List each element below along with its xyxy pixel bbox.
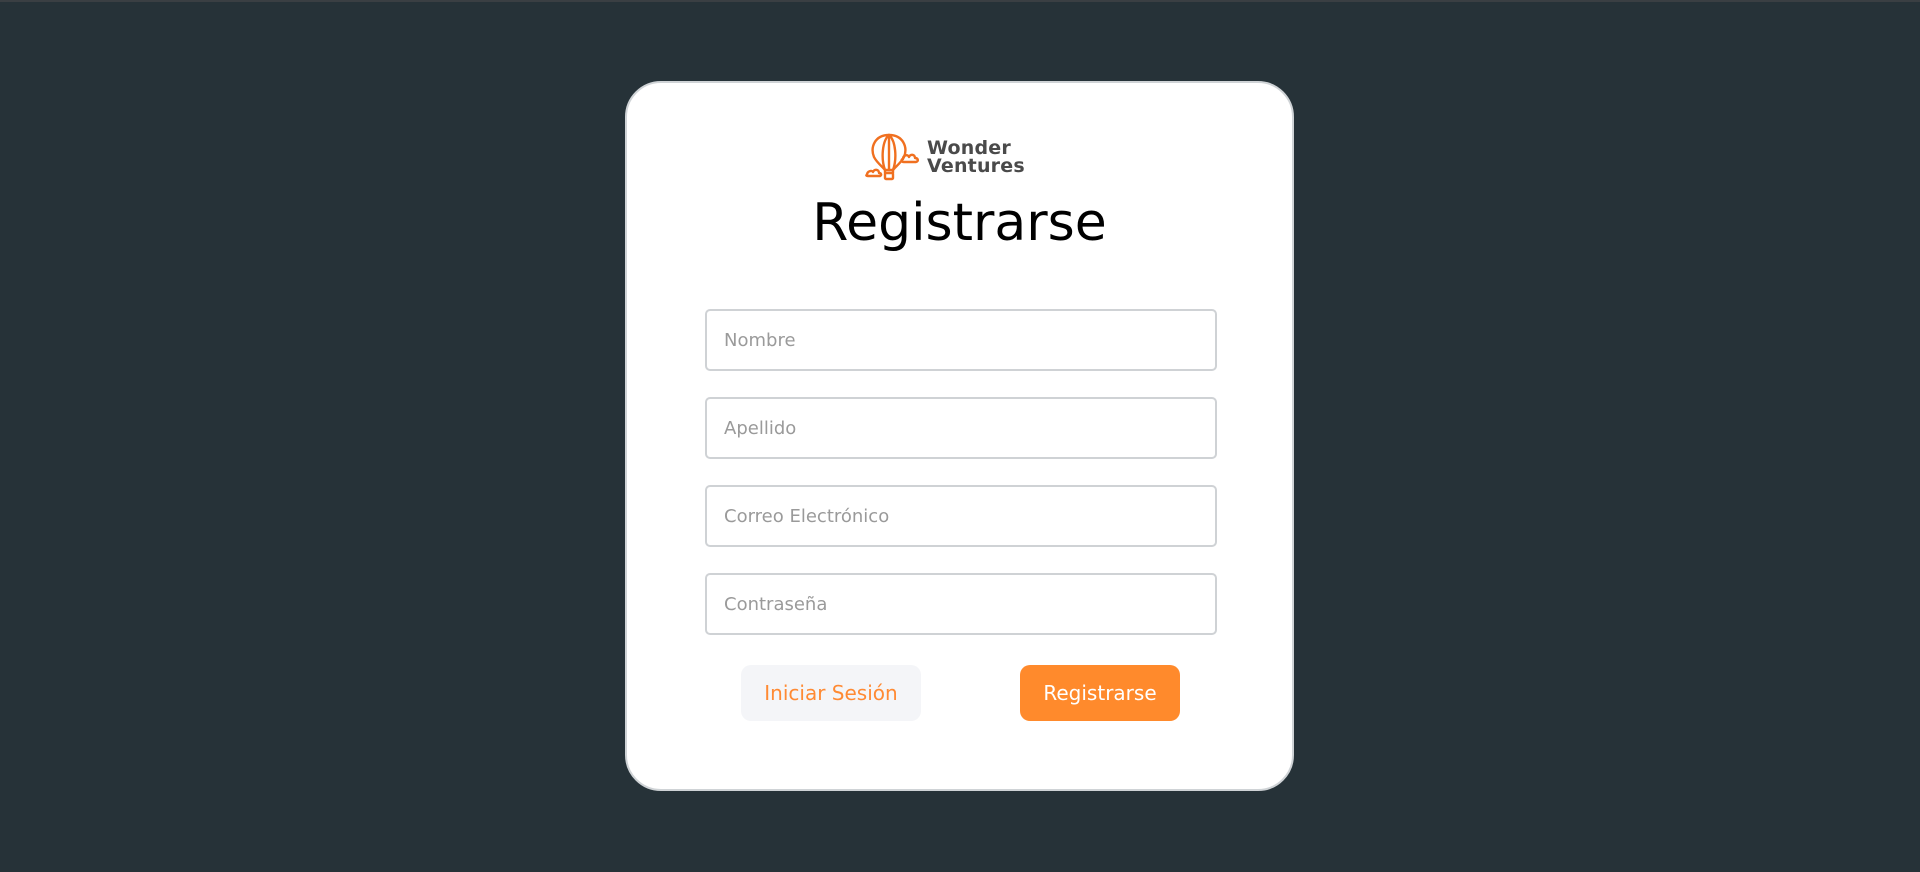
brand-logo: Wonder Ventures (865, 131, 1025, 183)
hot-air-balloon-icon (865, 133, 919, 181)
register-button[interactable]: Registrarse (1020, 665, 1180, 721)
brand-name: Wonder Ventures (927, 139, 1025, 177)
top-border (0, 0, 1920, 2)
register-card: Wonder Ventures Registrarse Iniciar Sesi… (625, 81, 1294, 791)
apellido-input[interactable] (705, 397, 1217, 459)
nombre-input[interactable] (705, 309, 1217, 371)
brand-name-line2: Ventures (927, 155, 1025, 177)
password-input[interactable] (705, 573, 1217, 635)
login-button[interactable]: Iniciar Sesión (741, 665, 921, 721)
page-title: Registrarse (812, 193, 1107, 253)
email-input[interactable] (705, 485, 1217, 547)
